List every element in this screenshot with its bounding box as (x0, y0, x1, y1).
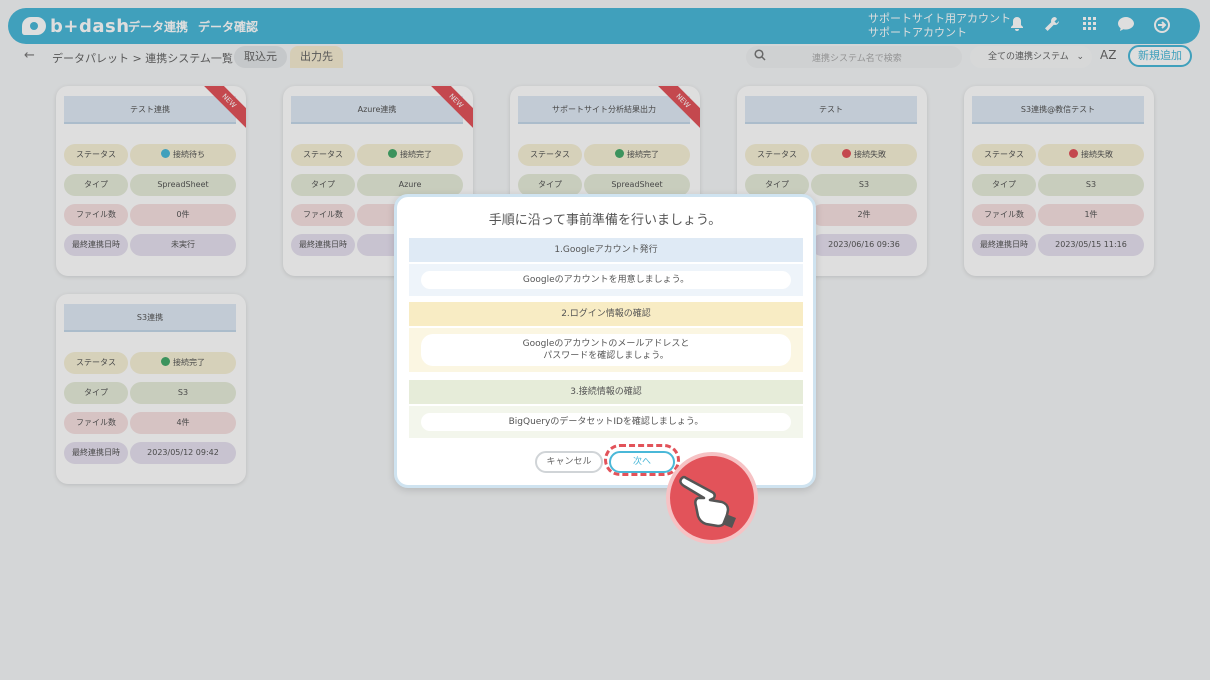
step-2-text: Googleのアカウントのメールアドレスと パスワードを確認しましょう。 (421, 334, 791, 366)
step-3-heading: 3.接続情報の確認 (409, 380, 803, 404)
step-3-body: BigQueryのデータセットIDを確認しましょう。 (409, 406, 803, 438)
step-3-text: BigQueryのデータセットIDを確認しましょう。 (421, 413, 791, 431)
step-1-body: Googleのアカウントを用意しましょう。 (409, 264, 803, 296)
step-2-text-line-2: パスワードを確認しましょう。 (543, 351, 669, 361)
pointing-hand-icon (666, 452, 758, 544)
step-2-text-line-1: Googleのアカウントのメールアドレスと (522, 339, 690, 349)
next-button-highlight (604, 444, 680, 476)
dialog-title: 手順に沿って事前準備を行いましょう。 (488, 213, 722, 228)
step-1-heading: 1.Googleアカウント発行 (409, 238, 803, 262)
step-2-body: Googleのアカウントのメールアドレスと パスワードを確認しましょう。 (409, 328, 803, 372)
step-2-heading: 2.ログイン情報の確認 (409, 302, 803, 326)
setup-steps-dialog: 手順に沿って事前準備を行いましょう。 1.Googleアカウント発行 Googl… (394, 194, 816, 488)
cancel-button[interactable]: キャンセル (535, 451, 603, 473)
step-1-text: Googleのアカウントを用意しましょう。 (421, 271, 791, 289)
